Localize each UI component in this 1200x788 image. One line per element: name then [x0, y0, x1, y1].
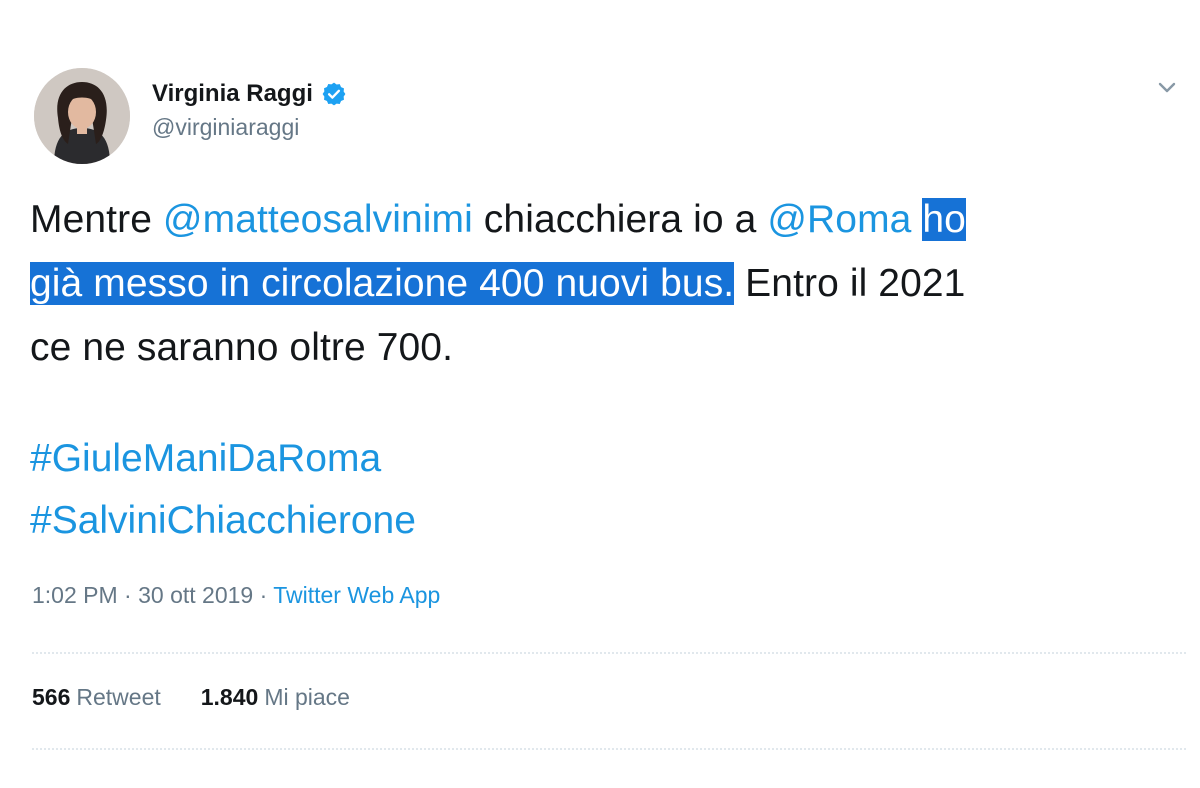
hashtag-link[interactable]: #GiuleManiDaRoma: [30, 428, 416, 490]
selected-text: ho: [922, 198, 966, 241]
tweet-line-3: ce ne saranno oltre 700.: [30, 316, 1170, 380]
tweet-text-segment: ce ne saranno oltre 700.: [30, 326, 454, 369]
tweet-stats: 566 Retweet 1.840 Mi piace: [32, 684, 350, 711]
divider: [32, 748, 1186, 750]
hashtag-link[interactable]: #SalviniChiacchierone: [30, 490, 416, 552]
tweet-text-segment: Entro il 2021: [734, 262, 966, 305]
divider: [32, 652, 1186, 654]
author-handle[interactable]: @virginiaraggi: [152, 114, 347, 141]
verified-badge-icon: [321, 81, 347, 107]
avatar[interactable]: [34, 68, 130, 164]
tweet-text: Mentre @matteosalvinimi chiacchiera io a…: [30, 188, 1170, 380]
chevron-down-icon[interactable]: [1152, 72, 1182, 102]
retweet-count-link[interactable]: 566 Retweet: [32, 684, 161, 711]
profile-photo-icon: [34, 68, 130, 164]
tweet-line-2: già messo in circolazione 400 nuovi bus.…: [30, 252, 1170, 316]
source-app-link[interactable]: Twitter Web App: [273, 582, 440, 608]
hashtag-list: #GiuleManiDaRoma #SalviniChiacchierone: [30, 428, 416, 552]
tweet-timestamp[interactable]: 1:02 PM · 30 ott 2019 ·: [32, 582, 273, 608]
like-label: Mi piace: [264, 684, 350, 710]
like-count-link[interactable]: 1.840 Mi piace: [201, 684, 350, 711]
selected-text: già messo in circolazione 400 nuovi bus.: [30, 262, 735, 305]
retweet-label: Retweet: [76, 684, 161, 710]
author-info: Virginia Raggi @virginiaraggi: [152, 76, 347, 141]
mention-link-matteosalvinimi[interactable]: @matteosalvinimi: [163, 198, 473, 241]
mention-link-roma[interactable]: @Roma: [767, 198, 911, 241]
tweet-card: Virginia Raggi @virginiaraggi Mentre @ma…: [0, 0, 1200, 788]
retweet-count: 566: [32, 684, 71, 710]
tweet-meta: 1:02 PM · 30 ott 2019 · Twitter Web App: [32, 582, 440, 609]
tweet-text-segment: chiacchiera io a: [472, 198, 768, 241]
author-display-name[interactable]: Virginia Raggi: [152, 80, 313, 108]
tweet-text-segment: Mentre: [30, 198, 163, 241]
tweet-header: Virginia Raggi @virginiaraggi: [34, 68, 1200, 168]
like-count: 1.840: [200, 684, 259, 710]
tweet-text-segment: [911, 198, 922, 241]
tweet-line-1: Mentre @matteosalvinimi chiacchiera io a…: [30, 188, 1170, 252]
